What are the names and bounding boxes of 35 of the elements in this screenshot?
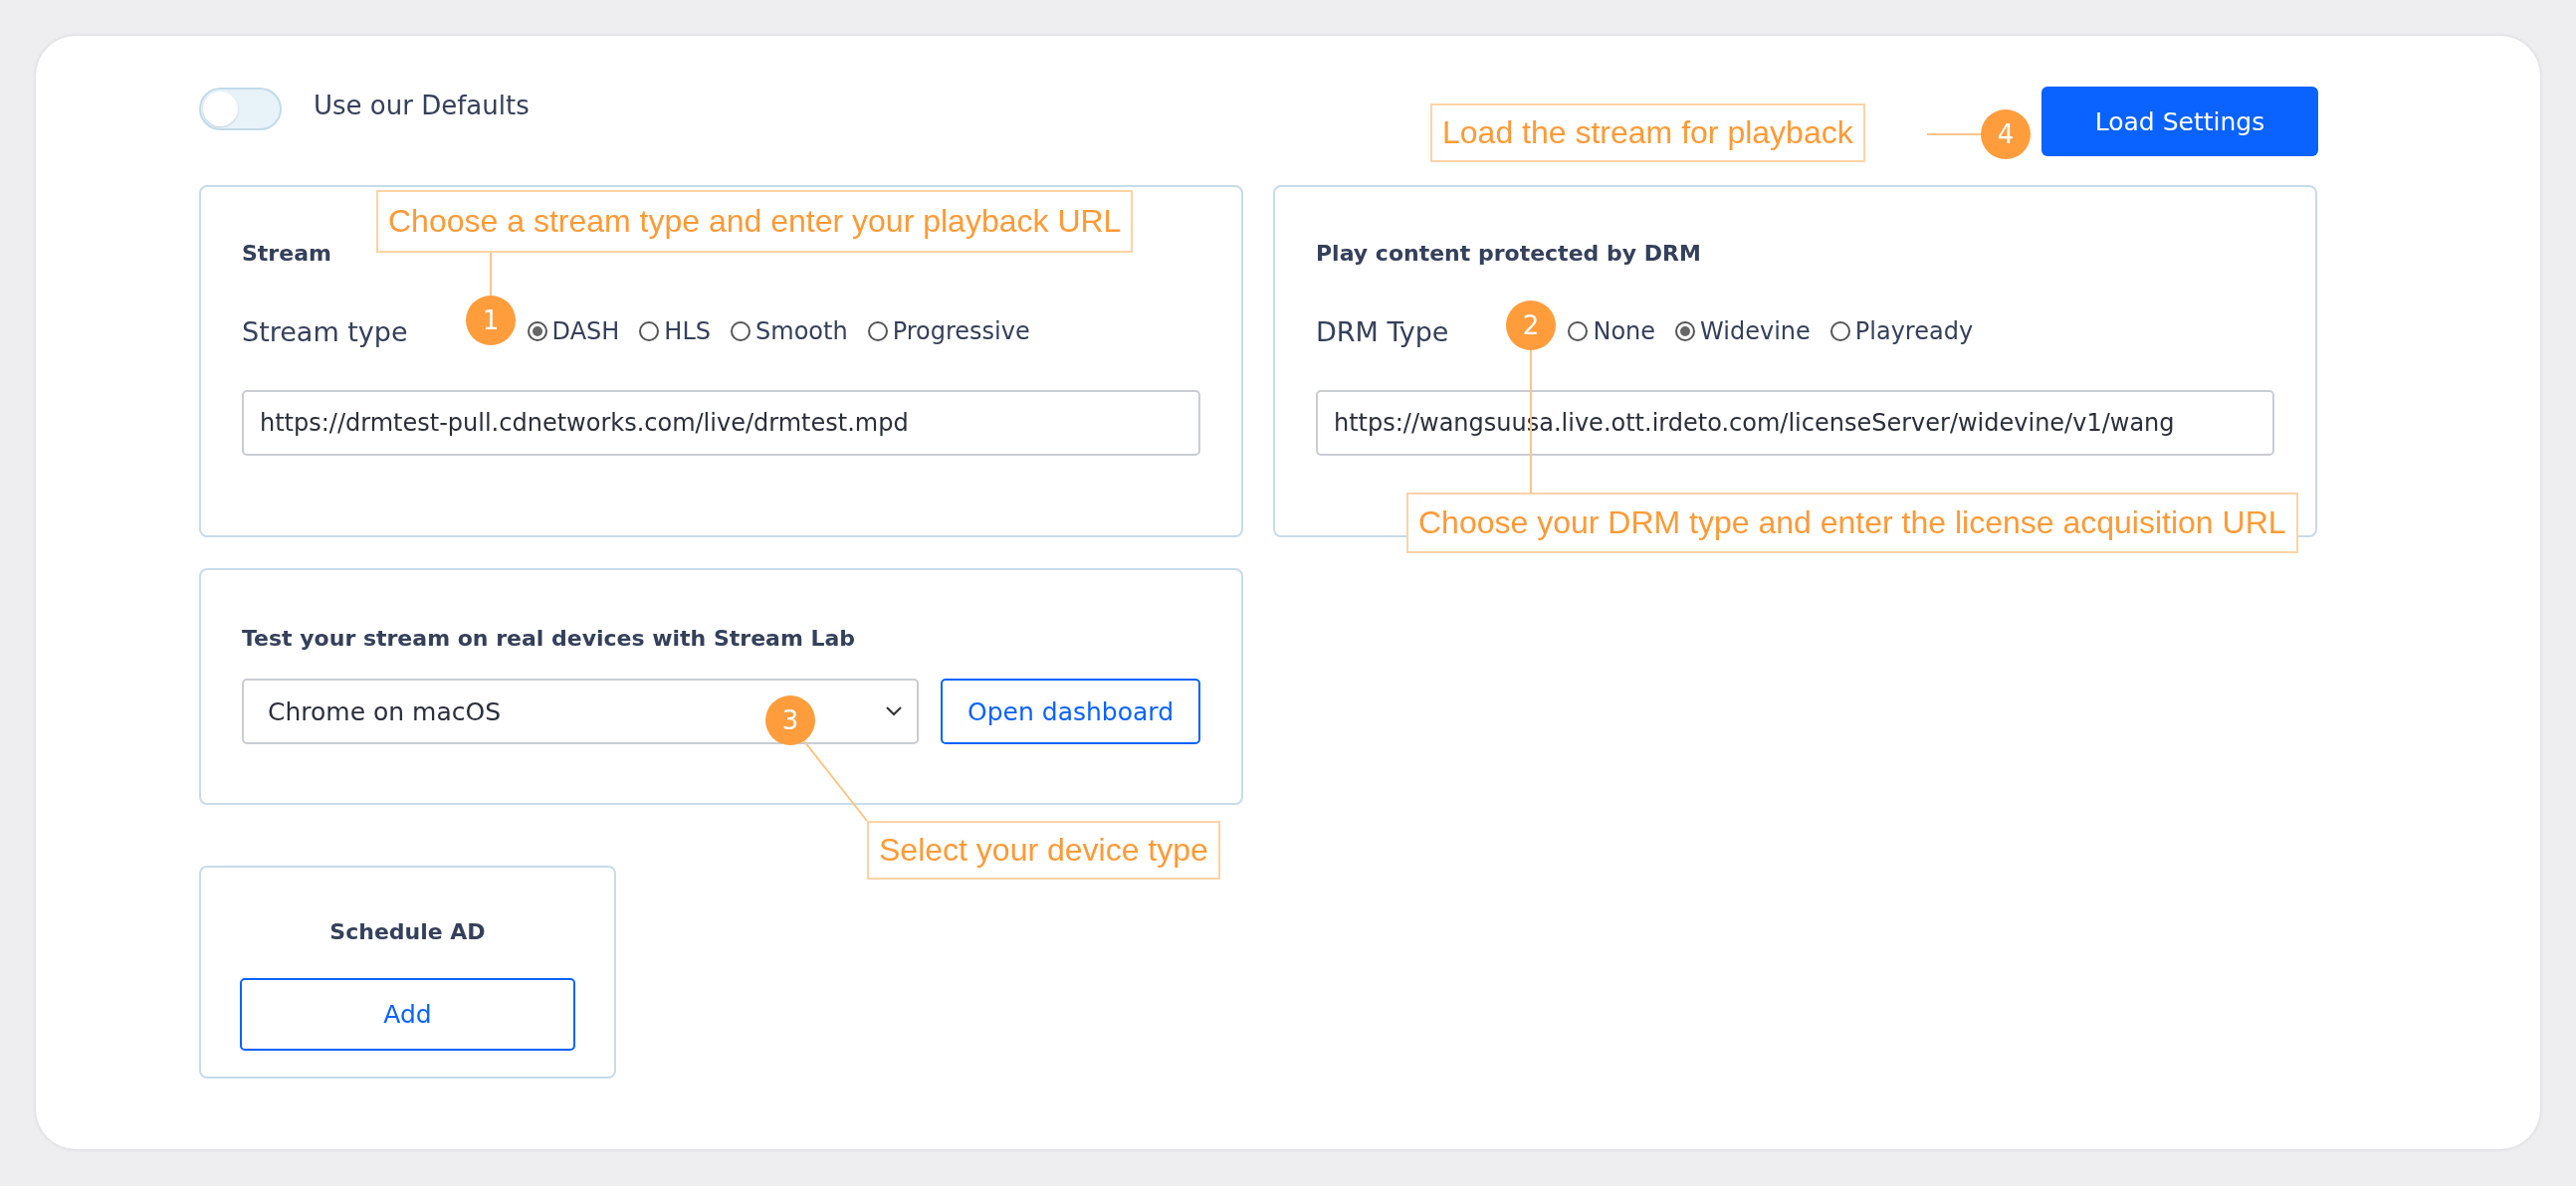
field-label: Stream type — [242, 315, 408, 347]
radio-button[interactable] — [1829, 321, 1850, 341]
radio-option[interactable]: HLS — [639, 317, 711, 345]
radio-button[interactable] — [639, 321, 660, 341]
radio-option[interactable]: Progressive — [867, 317, 1030, 345]
load-settings-button[interactable]: Load Settings — [2041, 87, 2318, 156]
radio-option[interactable]: DASH — [527, 317, 620, 345]
radio-option[interactable]: Widevine — [1675, 317, 1811, 345]
radio-option[interactable]: None — [1568, 317, 1656, 345]
callout-label: Choose a stream type and enter your playback URL — [376, 190, 1134, 253]
radio-button[interactable] — [731, 321, 751, 341]
radio-option[interactable]: Playready — [1829, 317, 1974, 345]
chevron-down-icon — [885, 705, 904, 717]
leader-line — [490, 252, 492, 296]
callout-label: Select your device type — [867, 821, 1220, 880]
add-button[interactable]: Add — [240, 978, 575, 1051]
callout-label: Load the stream for playback — [1430, 103, 1865, 162]
step-badge: 4 — [1981, 109, 2031, 159]
panel-title: Play content protected by DRM — [1316, 241, 1702, 266]
radio-button[interactable] — [1568, 321, 1589, 341]
radio-option[interactable]: Smooth — [731, 317, 848, 345]
panel-title: Stream — [242, 241, 332, 266]
panel-title: Schedule AD — [329, 919, 486, 944]
field-label: DRM Type — [1316, 315, 1449, 347]
panel-title: Test your stream on real devices with Stream Lab — [242, 626, 857, 651]
radio-button[interactable] — [1675, 321, 1696, 341]
url-field[interactable]: https://drmtest-pull.cdnetworks.com/live/drmtest.mpd — [242, 390, 1200, 456]
radio-button[interactable] — [867, 321, 888, 341]
toggle-switch[interactable] — [199, 88, 282, 130]
open-dashboard-button[interactable]: Open dashboard — [941, 679, 1200, 744]
toggle-label: Use our Defaults — [314, 91, 530, 120]
callout-label: Choose your DRM type and enter the license acquisition URL — [1406, 493, 2298, 553]
leader-line — [1926, 133, 1982, 135]
radio-button[interactable] — [527, 321, 547, 341]
url-field[interactable]: https://wangsuusa.live.ott.irdeto.com/licenseServer/widevine/v1/wang — [1316, 390, 2274, 456]
